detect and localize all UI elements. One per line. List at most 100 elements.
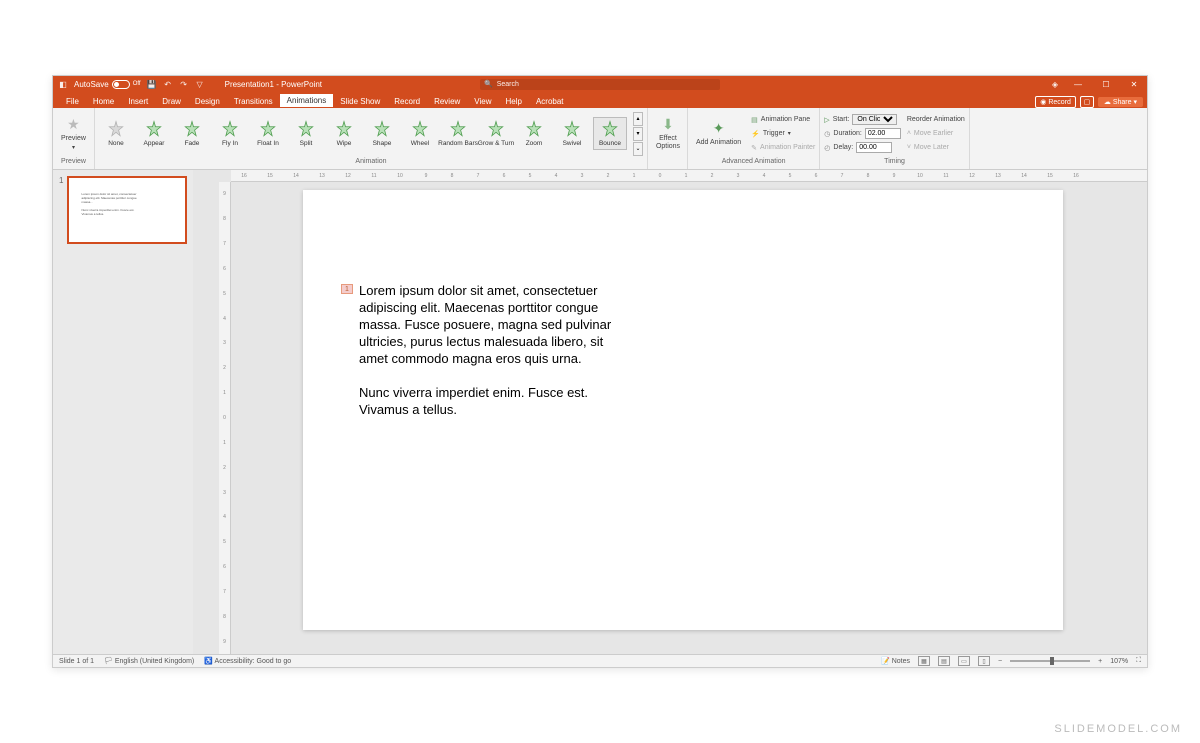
- star-icon: [563, 120, 581, 138]
- normal-view-button[interactable]: ▦: [918, 656, 930, 666]
- start-dropdown[interactable]: ▷Start:On Click: [824, 113, 901, 126]
- delay-icon: ◴: [824, 144, 830, 152]
- clock-icon: ◷: [824, 130, 830, 138]
- tab-animations[interactable]: Animations: [280, 94, 334, 108]
- animation-swivel[interactable]: Swivel: [555, 118, 589, 149]
- thumb-text-preview: Lorem ipsum dolor sit amet, consectetuer…: [81, 192, 141, 216]
- add-animation-button[interactable]: ✦ Add Animation: [692, 118, 745, 149]
- gallery-up-icon[interactable]: ▴: [633, 112, 643, 126]
- accessibility-status[interactable]: ♿ Accessibility: Good to go: [204, 657, 291, 665]
- animation-fade[interactable]: Fade: [175, 118, 209, 149]
- animation-none[interactable]: None: [99, 118, 133, 149]
- tab-home[interactable]: Home: [86, 95, 121, 108]
- undo-icon[interactable]: ↶: [163, 79, 173, 89]
- tab-help[interactable]: Help: [499, 95, 529, 108]
- star-icon: [449, 120, 467, 138]
- animation-random-bars[interactable]: Random Bars: [441, 118, 475, 149]
- animation-label: Swivel: [563, 140, 582, 147]
- duration-input[interactable]: ◷Duration:: [824, 127, 901, 140]
- language-indicator[interactable]: 🏳 English (United Kingdom): [104, 657, 194, 665]
- status-bar: Slide 1 of 1 🏳 English (United Kingdom) …: [53, 654, 1147, 667]
- tab-file[interactable]: File: [59, 95, 86, 108]
- animation-zoom[interactable]: Zoom: [517, 118, 551, 149]
- slide-editor[interactable]: 1615141312111098765432101234567891011121…: [193, 170, 1147, 654]
- tab-transitions[interactable]: Transitions: [227, 95, 280, 108]
- gallery-down-icon[interactable]: ▾: [633, 127, 643, 141]
- star-icon: [525, 120, 543, 138]
- play-icon: ▷: [824, 116, 829, 124]
- pane-icon: ▤: [751, 116, 758, 124]
- advanced-group-label: Advanced Animation: [692, 157, 815, 167]
- animation-group-label: Animation: [99, 157, 643, 167]
- notes-button[interactable]: 📝 Notes: [881, 657, 910, 665]
- main-area: 1 Lorem ipsum dolor sit amet, consectetu…: [53, 170, 1147, 654]
- tab-acrobat[interactable]: Acrobat: [529, 95, 571, 108]
- animation-grow-turn[interactable]: Grow & Turn: [479, 118, 513, 149]
- animation-float-in[interactable]: Float In: [251, 118, 285, 149]
- paragraph-2: Nunc viverra imperdiet enim. Fusce est. …: [359, 384, 619, 418]
- slide-thumbnails-panel[interactable]: 1 Lorem ipsum dolor sit amet, consectetu…: [53, 170, 193, 654]
- animation-label: Grow & Turn: [478, 140, 514, 147]
- fit-button[interactable]: ⛶: [1136, 657, 1141, 665]
- redo-icon[interactable]: ↷: [179, 79, 189, 89]
- trigger-icon: ⚡: [751, 130, 760, 138]
- document-title: Presentation1 - PowerPoint: [225, 80, 322, 89]
- title-bar: ◧ AutoSave Off 💾 ↶ ↷ ▽ Presentation1 - P…: [53, 76, 1147, 92]
- account-icon[interactable]: ◈: [1050, 79, 1060, 89]
- painter-icon: ✎: [751, 144, 757, 152]
- animation-split[interactable]: Split: [289, 118, 323, 149]
- text-placeholder[interactable]: Lorem ipsum dolor sit amet, consectetuer…: [359, 282, 619, 435]
- trigger-button[interactable]: ⚡Trigger▾: [751, 127, 815, 140]
- save-icon[interactable]: 💾: [147, 79, 157, 89]
- autosave-label: AutoSave: [74, 80, 109, 89]
- effect-options-button[interactable]: ⬇ Effect Options: [652, 114, 684, 153]
- reorder-title: Reorder Animation: [907, 113, 965, 126]
- record-button[interactable]: ◉Record: [1035, 96, 1076, 108]
- animation-shape[interactable]: Shape: [365, 118, 399, 149]
- close-button[interactable]: ✕: [1124, 76, 1144, 92]
- animation-label: Random Bars: [438, 140, 478, 147]
- animation-order-tag[interactable]: 1: [341, 284, 353, 294]
- animation-fly-in[interactable]: Fly In: [213, 118, 247, 149]
- slide-thumbnail-1[interactable]: Lorem ipsum dolor sit amet, consectetuer…: [67, 176, 187, 244]
- gallery-more-icon[interactable]: ⌄: [633, 142, 643, 156]
- slide-canvas[interactable]: 1 Lorem ipsum dolor sit amet, consectetu…: [303, 190, 1063, 630]
- slide-counter[interactable]: Slide 1 of 1: [59, 658, 94, 665]
- tab-design[interactable]: Design: [188, 95, 227, 108]
- star-icon: [487, 120, 505, 138]
- preview-button[interactable]: ★ Preview ▾: [57, 114, 90, 153]
- sorter-view-button[interactable]: ▤: [938, 656, 950, 666]
- minimize-button[interactable]: —: [1068, 76, 1088, 92]
- zoom-level[interactable]: 107%: [1110, 658, 1128, 665]
- slideshow-view-button[interactable]: ▯: [978, 656, 990, 666]
- tab-review[interactable]: Review: [427, 95, 467, 108]
- star-icon: [411, 120, 429, 138]
- maximize-button[interactable]: ☐: [1096, 76, 1116, 92]
- autosave-state: Off: [133, 81, 141, 87]
- autosave-toggle[interactable]: AutoSave Off: [74, 80, 141, 89]
- search-input[interactable]: 🔍 Search: [480, 79, 720, 90]
- reading-view-button[interactable]: ▭: [958, 656, 970, 666]
- zoom-out-button[interactable]: −: [998, 658, 1002, 665]
- share-button[interactable]: ☁ Share ▾: [1098, 97, 1143, 107]
- animation-bounce[interactable]: Bounce: [593, 117, 627, 150]
- star-icon: [601, 120, 619, 138]
- zoom-slider[interactable]: [1010, 660, 1090, 662]
- tab-slideshow[interactable]: Slide Show: [333, 95, 387, 108]
- animation-gallery[interactable]: NoneAppearFadeFly InFloat InSplitWipeSha…: [99, 110, 643, 157]
- slideshow-icon[interactable]: ▽: [195, 79, 205, 89]
- animation-pane-button[interactable]: ▤Animation Pane: [751, 113, 815, 126]
- collapse-ribbon-button[interactable]: ▢: [1080, 96, 1094, 108]
- animation-painter-button[interactable]: ✎Animation Painter: [751, 141, 815, 154]
- star-icon: [259, 120, 277, 138]
- vertical-ruler: 9876543210123456789: [219, 182, 231, 654]
- tab-insert[interactable]: Insert: [121, 95, 155, 108]
- tab-draw[interactable]: Draw: [155, 95, 188, 108]
- tab-view[interactable]: View: [467, 95, 498, 108]
- delay-input[interactable]: ◴Delay:: [824, 141, 901, 154]
- zoom-in-button[interactable]: +: [1098, 658, 1102, 665]
- animation-wheel[interactable]: Wheel: [403, 118, 437, 149]
- animation-appear[interactable]: Appear: [137, 118, 171, 149]
- animation-wipe[interactable]: Wipe: [327, 118, 361, 149]
- tab-record[interactable]: Record: [387, 95, 427, 108]
